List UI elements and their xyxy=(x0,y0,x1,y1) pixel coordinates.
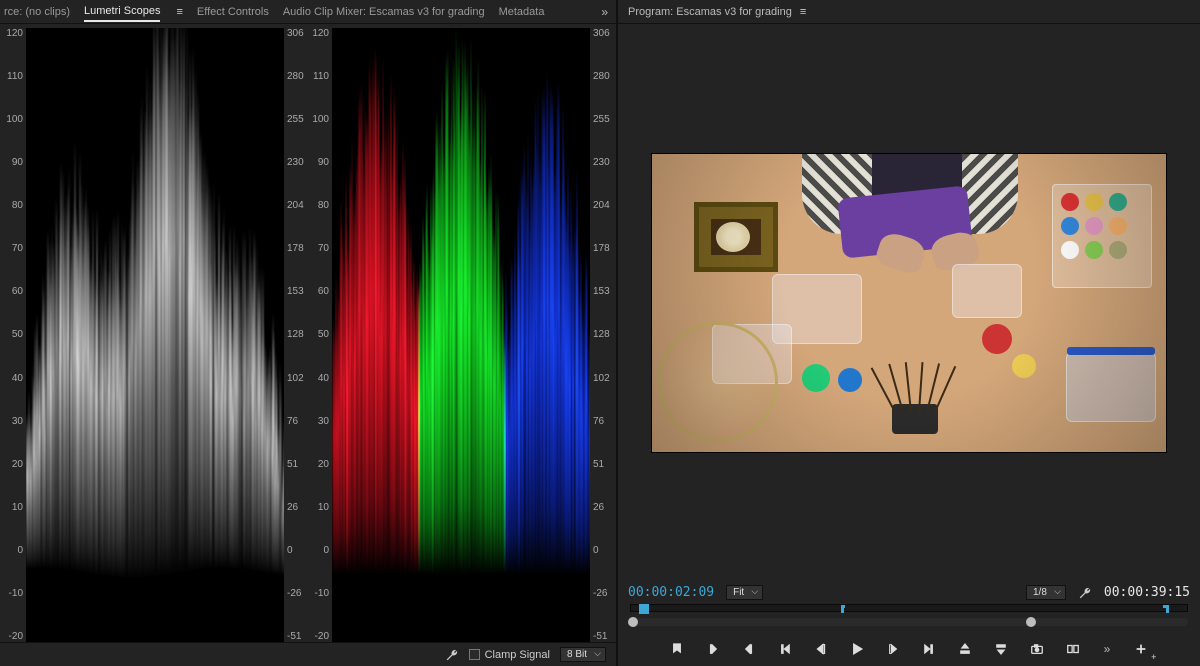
lift-button[interactable] xyxy=(956,640,974,658)
export-frame-button[interactable] xyxy=(1028,640,1046,658)
zoom-dropdown[interactable]: Fit xyxy=(726,585,763,600)
program-panel-menu-icon[interactable]: ≡ xyxy=(800,6,806,18)
tab-source[interactable]: rce: (no clips) xyxy=(4,3,70,21)
comparison-view-button[interactable] xyxy=(1064,640,1082,658)
tab-effect-controls[interactable]: Effect Controls xyxy=(197,3,269,21)
settings-wrench-icon[interactable] xyxy=(1078,586,1092,600)
rgb-lane-red xyxy=(332,28,418,642)
program-monitor[interactable] xyxy=(618,24,1200,581)
zoom-handle-right[interactable] xyxy=(1026,617,1036,627)
transport-controls: » xyxy=(628,640,1190,658)
time-ruler[interactable] xyxy=(630,604,1188,612)
source-tab-bar: rce: (no clips) Lumetri Scopes ≡ Effect … xyxy=(0,0,616,24)
scopes-footer: Clamp Signal 8 Bit xyxy=(0,642,616,666)
video-frame xyxy=(651,153,1167,453)
bit-depth-dropdown[interactable]: 8 Bit xyxy=(560,647,606,662)
tabs-overflow-icon[interactable]: » xyxy=(597,5,612,19)
clamp-signal-checkbox[interactable]: Clamp Signal xyxy=(469,649,550,661)
luma-waveform-scope: 1201101009080706050403020100-10-20 30628… xyxy=(4,28,306,642)
checkbox-box xyxy=(469,649,480,660)
luma-axis-right: 3062802552302041781531281027651260-26-51 xyxy=(284,28,306,642)
tab-audio-clip-mixer[interactable]: Audio Clip Mixer: Escamas v3 for grading xyxy=(283,3,485,21)
tab-metadata[interactable]: Metadata xyxy=(499,3,545,21)
rgb-lane-green xyxy=(418,28,504,642)
playhead-icon[interactable] xyxy=(639,604,649,614)
zoom-handle-left[interactable] xyxy=(628,617,638,627)
go-to-out-button[interactable] xyxy=(920,640,938,658)
mark-out-button[interactable] xyxy=(740,640,758,658)
mini-timeline[interactable] xyxy=(630,604,1188,630)
in-point-marker[interactable] xyxy=(841,605,845,613)
program-title: Program: Escamas v3 for grading xyxy=(628,6,792,18)
step-back-button[interactable] xyxy=(812,640,830,658)
luma-axis-left: 1201101009080706050403020100-10-20 xyxy=(4,28,26,642)
program-header: Program: Escamas v3 for grading ≡ xyxy=(618,0,1200,24)
clamp-signal-label: Clamp Signal xyxy=(485,649,550,661)
rgb-axis-left: 1201101009080706050403020100-10-20 xyxy=(310,28,332,642)
scopes-area: 1201101009080706050403020100-10-20 30628… xyxy=(0,24,616,642)
scopes-panel: rce: (no clips) Lumetri Scopes ≡ Effect … xyxy=(0,0,618,666)
extract-button[interactable] xyxy=(992,640,1010,658)
tab-lumetri-scopes[interactable]: Lumetri Scopes xyxy=(84,2,160,22)
program-footer: 00:00:02:09 Fit 1/8 00:00:39:15 xyxy=(618,581,1200,666)
go-to-in-button[interactable] xyxy=(776,640,794,658)
rgb-lane-blue xyxy=(504,28,590,642)
timecode-current[interactable]: 00:00:02:09 xyxy=(628,585,714,600)
step-forward-button[interactable] xyxy=(884,640,902,658)
resolution-dropdown[interactable]: 1/8 xyxy=(1026,585,1066,600)
out-point-marker[interactable] xyxy=(1163,605,1169,613)
time-readout-bar: 00:00:02:09 Fit 1/8 00:00:39:15 xyxy=(628,585,1190,600)
program-panel: Program: Escamas v3 for grading ≡ xyxy=(618,0,1200,666)
add-marker-button[interactable] xyxy=(668,640,686,658)
rgb-axis-right: 3062802552302041781531281027651260-26-51 xyxy=(590,28,612,642)
rgb-parade-canvas[interactable] xyxy=(332,28,590,642)
panel-menu-icon[interactable]: ≡ xyxy=(176,6,182,18)
wrench-icon[interactable] xyxy=(445,648,459,662)
transport-overflow-icon[interactable]: » xyxy=(1100,642,1115,656)
mark-in-button[interactable] xyxy=(704,640,722,658)
zoom-scrollbar[interactable] xyxy=(630,618,1188,626)
button-editor-icon[interactable] xyxy=(1132,640,1150,658)
play-button[interactable] xyxy=(848,640,866,658)
luma-waveform-canvas[interactable] xyxy=(26,28,284,642)
timecode-duration: 00:00:39:15 xyxy=(1104,585,1190,600)
rgb-parade-scope: 1201101009080706050403020100-10-20 30628… xyxy=(310,28,612,642)
